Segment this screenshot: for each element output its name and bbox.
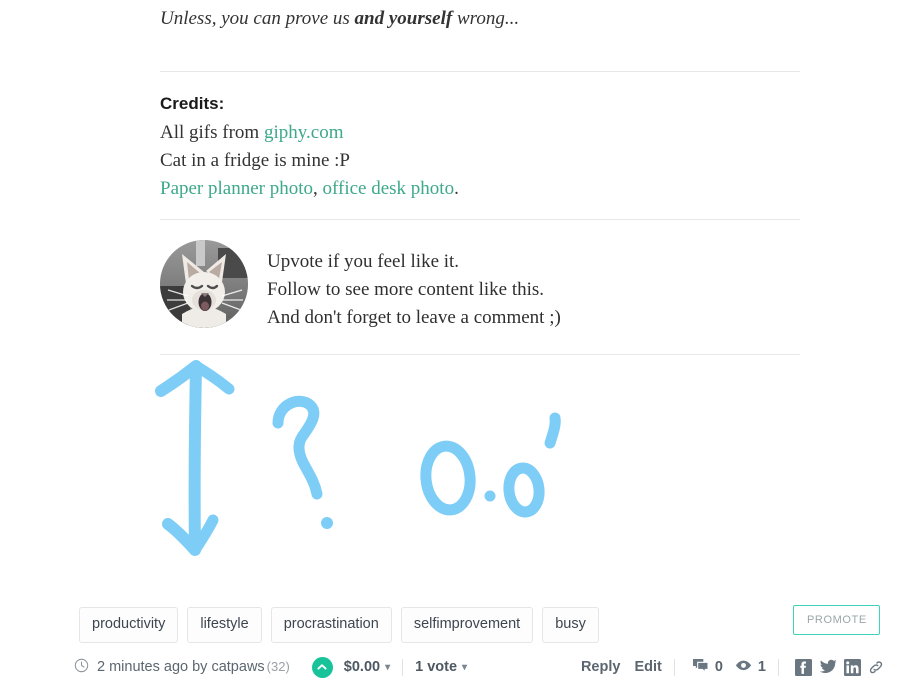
tag-item[interactable]: busy: [542, 607, 599, 643]
view-stat: 1: [735, 659, 766, 676]
upvote-button[interactable]: [311, 656, 333, 678]
promote-button[interactable]: PROMOTE: [793, 605, 880, 635]
edit-button[interactable]: Edit: [634, 659, 661, 675]
linkedin-icon[interactable]: [844, 658, 861, 676]
payout-value[interactable]: $0.00 ▾: [344, 659, 390, 675]
tag-item[interactable]: lifestyle: [187, 607, 262, 643]
eye-icon: [735, 659, 752, 676]
giphy-link[interactable]: giphy.com: [264, 122, 344, 143]
credits-heading: Credits:: [160, 94, 225, 113]
tag-list: productivity lifestyle procrastination s…: [79, 607, 599, 643]
tagline-prefix: Unless, you can prove us: [160, 8, 355, 29]
chevron-down-icon: ▾: [462, 662, 468, 673]
tag-item[interactable]: selfimprovement: [400, 607, 534, 643]
author-follow-block: Upvote if you feel like it. Follow to se…: [160, 220, 800, 354]
twitter-icon[interactable]: [819, 659, 837, 675]
author-reputation: (32): [266, 659, 290, 674]
footer-separator: [402, 658, 404, 676]
paper-planner-photo-link[interactable]: Paper planner photo: [160, 178, 313, 199]
office-desk-photo-link[interactable]: office desk photo: [323, 178, 455, 199]
post-timestamp: 2 minutes ago by catpaws (32): [97, 659, 290, 675]
credits-line-fridge: Cat in a fridge is mine :P: [160, 150, 350, 171]
payout-amount: $0.00: [343, 659, 381, 675]
footer-separator: [778, 658, 779, 676]
comment-stat[interactable]: 0: [692, 658, 723, 677]
tagline-bold: and yourself: [354, 8, 453, 29]
vote-count-text: 1 vote: [415, 659, 458, 675]
hand-drawn-doodle: [150, 348, 580, 593]
tag-item[interactable]: productivity: [79, 607, 179, 643]
facebook-icon[interactable]: [795, 658, 812, 676]
avatar[interactable]: [160, 240, 248, 328]
follow-line-1: Upvote if you feel like it.: [267, 251, 460, 272]
link-icon[interactable]: [868, 660, 883, 675]
credits-line-photos: Paper planner photo, office desk photo.: [160, 175, 800, 203]
reply-button[interactable]: Reply: [581, 659, 621, 675]
credits-separator: ,: [313, 178, 323, 199]
tag-item[interactable]: procrastination: [270, 607, 392, 643]
social-share-group: [795, 658, 883, 676]
post-content-column: Unless, you can prove us and yourself wr…: [160, 0, 800, 355]
credits-line-gifs: All gifs from giphy.com: [160, 119, 800, 147]
follow-line-2: Follow to see more content like this.: [267, 279, 545, 300]
author-link[interactable]: catpaws: [211, 659, 264, 675]
footer-right-group: Reply Edit 0 1: [567, 650, 883, 684]
credits-gifs-text: All gifs from: [160, 122, 264, 143]
footer-left-group: 2 minutes ago by catpaws (32) $0.00 ▾ 1 vo…: [74, 650, 467, 684]
credits-period: .: [454, 178, 459, 199]
vote-count[interactable]: 1 vote ▾: [415, 659, 467, 675]
view-count: 1: [757, 659, 766, 675]
follow-text: Upvote if you feel like it. Follow to se…: [267, 240, 561, 332]
timestamp-text: 2 minutes ago by: [97, 659, 208, 675]
credits-block: Credits: All gifs from giphy.com Cat in …: [160, 72, 800, 219]
chevron-down-icon: ▾: [385, 662, 391, 673]
post-footer-bar: 2 minutes ago by catpaws (32) $0.00 ▾ 1 vo…: [0, 650, 905, 684]
comment-icon: [692, 658, 709, 677]
post-tagline: Unless, you can prove us and yourself wr…: [160, 0, 800, 34]
tagline-suffix: wrong...: [452, 8, 520, 29]
clock-icon: [74, 658, 89, 677]
footer-separator: [673, 658, 675, 676]
follow-line-3: And don't forget to leave a comment ;): [267, 307, 561, 328]
post-footer-page: Unless, you can prove us and yourself wr…: [0, 0, 905, 684]
comment-count: 0: [714, 659, 723, 675]
